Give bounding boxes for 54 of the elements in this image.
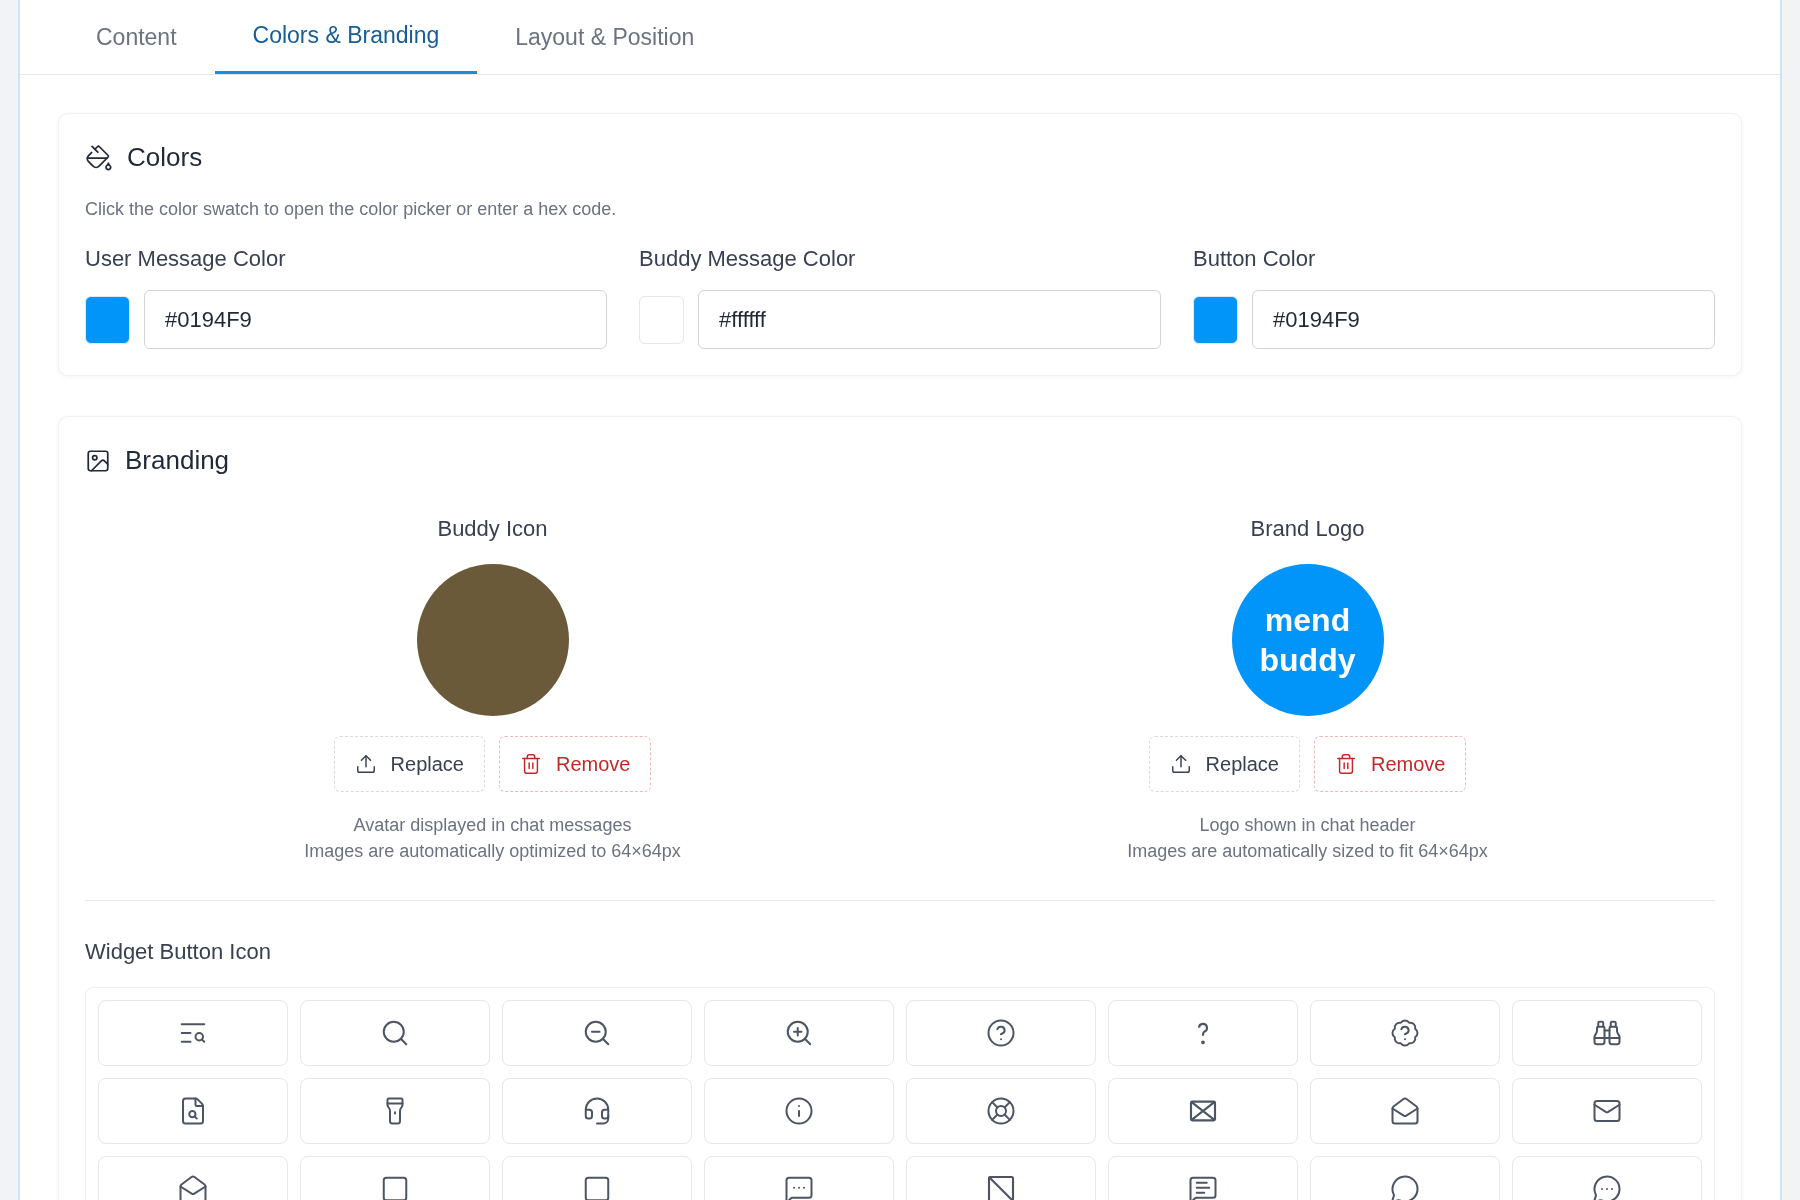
hex-input-field[interactable]: #ffffff <box>698 290 1161 349</box>
chat-bubble-icon <box>1390 1174 1420 1200</box>
caption-text: Images are automatically optimized to 64×64px <box>304 840 681 863</box>
subsection-title: Widget Button Icon <box>85 939 272 965</box>
section-title: Branding <box>125 445 230 476</box>
tab[interactable]: Content <box>58 0 215 74</box>
hex-input-field[interactable]: #0194F9 <box>144 290 607 349</box>
section-title: Colors <box>127 142 203 173</box>
upload-icon <box>1169 753 1192 775</box>
chat-bubble-icon <box>1592 1174 1622 1200</box>
field-label: Button Color <box>1193 246 1317 272</box>
paint-bucket-icon <box>85 143 113 172</box>
image-icon <box>85 447 111 474</box>
icon-option[interactable] <box>98 1078 288 1144</box>
tab[interactable]: Layout & Position <box>477 0 733 74</box>
zoom-in-icon <box>784 1018 814 1048</box>
help-circle-icon <box>986 1018 1016 1048</box>
search-icon <box>380 1018 410 1048</box>
icon-option[interactable] <box>1512 1000 1702 1066</box>
field-label: Buddy Message Color <box>639 246 857 272</box>
icon-option[interactable] <box>1512 1078 1702 1144</box>
color-swatch[interactable] <box>1193 295 1238 344</box>
caption-text: Images are automatically sized to fit 64×64px <box>1127 840 1488 863</box>
lifebuoy-icon <box>986 1096 1016 1126</box>
caption-text: Logo shown in chat header <box>1199 814 1416 837</box>
envelope-icon <box>178 1174 208 1200</box>
tab[interactable]: Colors & Branding <box>214 0 478 74</box>
zoom-out-icon <box>582 1018 612 1048</box>
headset-icon <box>582 1096 612 1126</box>
color-swatch[interactable] <box>639 295 684 344</box>
icon-option[interactable] <box>906 1078 1096 1144</box>
replace-button[interactable]: Replace <box>333 736 485 792</box>
image-label: Brand Logo <box>1250 516 1365 542</box>
square-slash-icon <box>985 1173 1017 1200</box>
question-badge-icon <box>1390 1018 1420 1048</box>
trash-icon <box>1334 753 1357 775</box>
image-label: Buddy Icon <box>437 516 548 542</box>
trash-icon <box>519 753 542 775</box>
info-icon <box>784 1096 814 1126</box>
icon-option[interactable] <box>1310 1078 1500 1144</box>
icon-option[interactable] <box>1108 1078 1298 1144</box>
hint-text: Click the color swatch to open the color picker or enter a hex code. <box>85 199 618 220</box>
replace-button[interactable]: Replace <box>1148 736 1300 792</box>
remove-button[interactable]: Remove <box>1313 736 1467 792</box>
logo-text: mend <box>1264 601 1351 640</box>
hex-input-field[interactable]: #0194F9 <box>1252 290 1715 349</box>
remove-button[interactable]: Remove <box>498 736 652 792</box>
caption-text: Avatar displayed in chat messages <box>353 814 632 837</box>
logo-text: buddy <box>1259 641 1356 680</box>
field-label: User Message Color <box>85 246 287 272</box>
envelope-icon <box>1390 1096 1420 1126</box>
color-swatch[interactable] <box>85 295 130 344</box>
upload-icon <box>354 753 377 775</box>
binoculars-icon <box>1592 1018 1622 1048</box>
